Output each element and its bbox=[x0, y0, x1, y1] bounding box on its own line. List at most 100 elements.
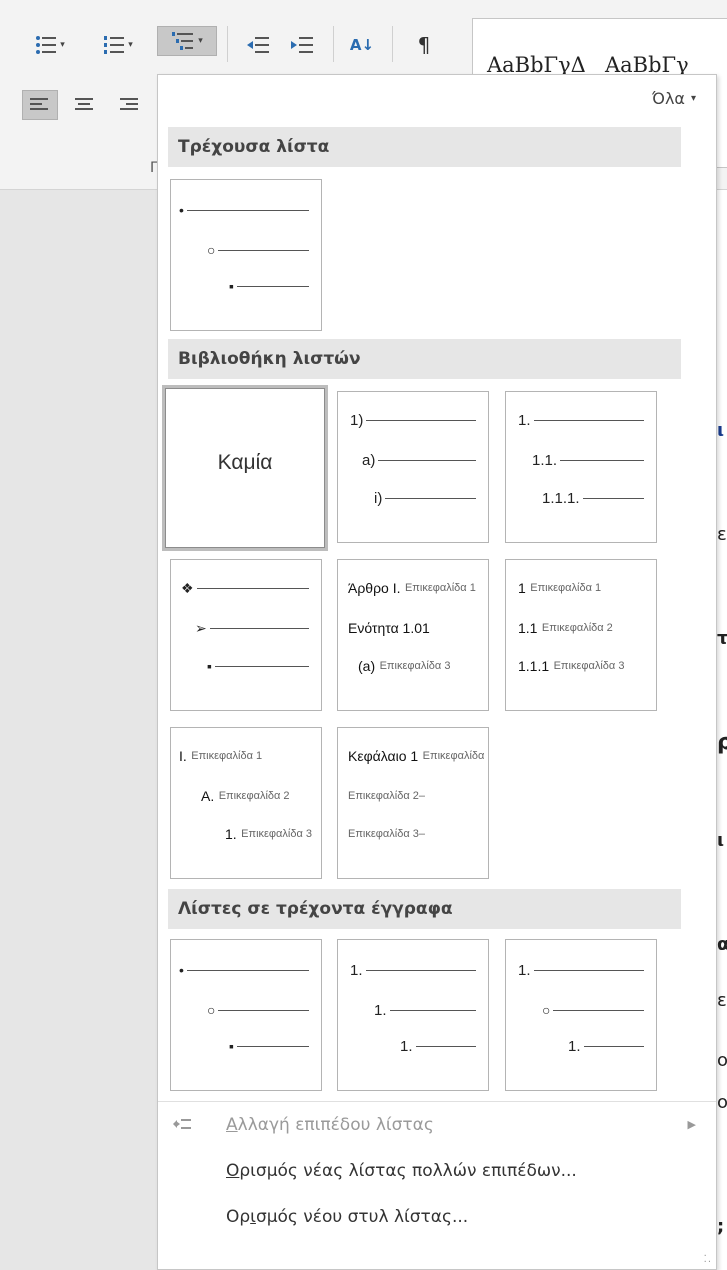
level-label: A. bbox=[201, 788, 215, 804]
numbering-button[interactable]: ▾ bbox=[92, 30, 144, 60]
document-text: ε bbox=[717, 524, 727, 545]
document-text: ο bbox=[717, 1092, 727, 1113]
level-label: I. bbox=[179, 748, 187, 764]
chevron-down-icon: ▾ bbox=[690, 93, 696, 104]
decrease-indent-button[interactable] bbox=[240, 30, 276, 60]
arrow-bullet-icon: ➢ bbox=[195, 619, 207, 636]
list-filter-label: Όλα bbox=[651, 89, 685, 108]
level-label: 1. bbox=[568, 1037, 581, 1055]
document-text: α bbox=[717, 934, 727, 955]
level-text: Επικεφαλίδα 2 bbox=[218, 790, 290, 802]
bullet-icon: • bbox=[179, 962, 184, 978]
separator bbox=[392, 26, 393, 62]
align-center-button[interactable] bbox=[66, 90, 102, 120]
align-right-button[interactable] bbox=[110, 90, 146, 120]
define-new-list-style-item[interactable]: Ορισμός νέου στυλ λίστας... bbox=[226, 1207, 468, 1227]
chevron-down-icon: ▾ bbox=[128, 40, 133, 50]
circle-bullet-icon: ○ bbox=[542, 1002, 551, 1018]
section-heading-document-lists: Λίστες σε τρέχοντα έγγραφα bbox=[168, 889, 681, 929]
level-label: 1.1.1 bbox=[518, 658, 550, 674]
level-text: Επικεφαλίδα 1 bbox=[530, 582, 602, 594]
list-tile-none[interactable]: Καμία bbox=[162, 385, 328, 551]
multilevel-list-icon bbox=[172, 32, 194, 50]
bullet-icon: • bbox=[179, 202, 184, 218]
align-right-icon bbox=[120, 98, 138, 110]
menu-item-label: λλαγή επιπέδου λίστας bbox=[237, 1115, 434, 1135]
sort-button[interactable]: A↓ bbox=[343, 30, 381, 60]
level-text: Επικεφαλίδα 3 bbox=[241, 828, 313, 840]
level-label: a) bbox=[362, 451, 376, 469]
circle-bullet-icon: ○ bbox=[207, 1002, 216, 1018]
list-tile-outline-numbers[interactable]: 1. 1.1. 1.1.1. bbox=[505, 391, 657, 543]
level-text: Επικεφαλίδα 2– bbox=[348, 790, 425, 802]
multilevel-list-dropdown: Όλα ▾ Τρέχουσα λίστα • ○ ▪ Βιβλιοθήκη λι… bbox=[157, 74, 717, 1270]
list-tile-document-numbers[interactable]: 1. 1. 1. bbox=[337, 939, 489, 1091]
align-center-icon bbox=[75, 98, 93, 110]
level-text: Επικεφαλίδα 2 bbox=[541, 622, 613, 634]
list-tile-roman[interactable]: I. Επικεφαλίδα 1 A. Επικεφαλίδα 2 1. Επι… bbox=[170, 727, 322, 879]
list-tile-none-label: Καμία bbox=[217, 451, 273, 474]
level-label: Ενότητα 1.01 bbox=[348, 620, 430, 636]
level-label: 1. bbox=[518, 411, 531, 429]
level-label: Κεφάλαιο 1 bbox=[348, 748, 419, 764]
list-tile-numbered-paren[interactable]: 1) a) i) bbox=[337, 391, 489, 543]
sort-icon: A↓ bbox=[349, 36, 375, 54]
level-label: 1 bbox=[518, 580, 526, 596]
level-text: Επικεφαλίδα 3 bbox=[553, 660, 625, 672]
show-formatting-marks-button[interactable]: ¶ bbox=[404, 30, 444, 60]
menu-item-label: σμός νέου στυλ λίστας... bbox=[255, 1207, 469, 1227]
align-left-button[interactable] bbox=[22, 90, 58, 120]
level-label: 1. bbox=[518, 961, 531, 979]
list-tile-symbols[interactable]: ❖ ➢ ▪ bbox=[170, 559, 322, 711]
menu-item-label: Ορ bbox=[226, 1207, 251, 1227]
chevron-down-icon: ▾ bbox=[60, 40, 65, 50]
submenu-arrow-icon: ▶ bbox=[687, 1118, 696, 1131]
level-label: 1) bbox=[350, 411, 364, 429]
decrease-indent-icon bbox=[247, 37, 269, 53]
level-label: 1.1 bbox=[518, 620, 538, 636]
increase-indent-button[interactable] bbox=[282, 30, 322, 60]
change-list-level-icon bbox=[173, 1119, 191, 1129]
list-tile-document-bullets[interactable]: • ○ ▪ bbox=[170, 939, 322, 1091]
document-text: ι bbox=[717, 830, 725, 851]
list-tile-article-section[interactable]: Άρθρο I. Επικεφαλίδα 1 Ενότητα 1.01 (a) … bbox=[337, 559, 489, 711]
document-text: τ bbox=[717, 628, 727, 649]
document-text: ο bbox=[717, 1050, 727, 1071]
level-text: Επικεφαλίδα 3 bbox=[379, 660, 451, 672]
document-text: ε bbox=[717, 990, 727, 1011]
list-tile-chapter[interactable]: Κεφάλαιο 1 Επικεφαλίδα 1 Επικεφαλίδα 2– … bbox=[337, 727, 489, 879]
bullets-button[interactable]: ▾ bbox=[26, 30, 74, 60]
level-label: 1. bbox=[374, 1001, 387, 1019]
level-label: i) bbox=[374, 489, 383, 507]
menu-item-label: ρισμός νέας λίστας πολλών επιπέδων... bbox=[239, 1161, 577, 1181]
level-label: 1. bbox=[350, 961, 363, 979]
separator bbox=[333, 26, 334, 62]
document-text: ρ bbox=[717, 730, 727, 755]
align-left-icon bbox=[30, 98, 48, 110]
mnemonic: Ο bbox=[226, 1161, 240, 1181]
numbering-icon bbox=[104, 36, 125, 54]
level-text: Επικεφαλίδα 1 bbox=[422, 750, 488, 762]
document-text: ; bbox=[717, 1216, 725, 1237]
list-tile-document-mixed[interactable]: 1. ○ 1. bbox=[505, 939, 657, 1091]
mnemonic: Α bbox=[226, 1115, 238, 1135]
level-label: 1. bbox=[400, 1037, 413, 1055]
list-filter-dropdown[interactable]: Όλα ▾ bbox=[652, 89, 696, 108]
pilcrow-icon: ¶ bbox=[417, 33, 431, 57]
level-text: Επικεφαλίδα 3– bbox=[348, 828, 425, 840]
multilevel-list-button[interactable]: ▾ bbox=[157, 26, 217, 56]
level-label: 1.1. bbox=[532, 451, 558, 469]
list-tile-heading-numbers[interactable]: 1 Επικεφαλίδα 1 1.1 Επικεφαλίδα 2 1.1.1 … bbox=[505, 559, 657, 711]
list-tile-current[interactable]: • ○ ▪ bbox=[170, 179, 322, 331]
change-list-level-item[interactable]: Αλλαγή επιπέδου λίστας bbox=[226, 1115, 434, 1135]
bullets-icon bbox=[36, 36, 57, 54]
resize-grip-icon[interactable]: · ·· bbox=[704, 1252, 712, 1268]
chevron-down-icon: ▾ bbox=[198, 36, 203, 46]
define-new-multilevel-list-item[interactable]: Ορισμός νέας λίστας πολλών επιπέδων... bbox=[226, 1161, 577, 1181]
square-bullet-icon: ▪ bbox=[229, 278, 234, 294]
level-label: (a) bbox=[358, 658, 376, 674]
level-label: 1.1.1. bbox=[542, 489, 580, 507]
menu-separator bbox=[158, 1101, 716, 1102]
level-label: 1. bbox=[225, 826, 237, 842]
separator bbox=[227, 26, 228, 62]
